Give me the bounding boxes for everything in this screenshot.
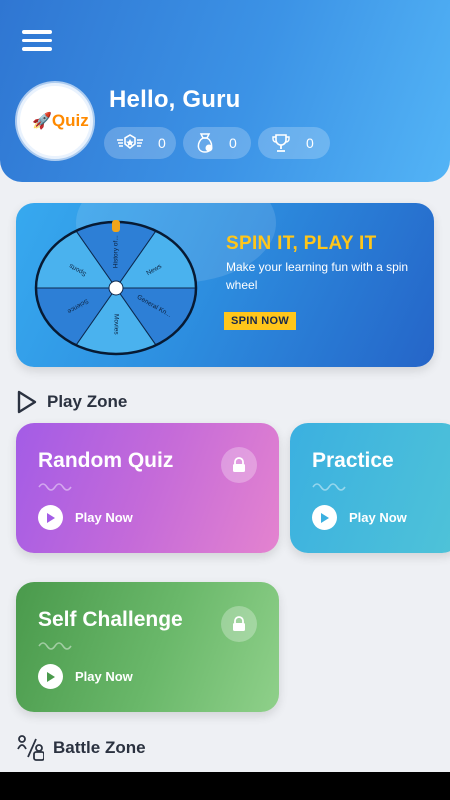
stat-trophy-value: 0 [306,135,314,151]
play-zone-title: Play Zone [47,392,128,411]
wave-decoration [38,483,72,491]
random-quiz-card[interactable]: Random Quiz Play Now [16,423,279,553]
header: 🚀Quiz Hello, Guru 0 0 0 [0,0,450,182]
practice-card[interactable]: Practice Play Now [290,423,450,553]
wave-decoration [38,642,72,650]
menu-icon[interactable] [22,30,52,54]
wheel-pointer [112,220,120,232]
wheel-segment-label: History of... [113,235,120,268]
spin-wheel[interactable]: History of...NewsGeneral Kn...MoviesScie… [34,215,200,357]
avatar[interactable]: 🚀Quiz [17,83,93,159]
stat-coins[interactable]: 0 [183,127,251,159]
system-nav-bar [0,772,450,800]
play-icon [38,505,63,530]
wheel-hub [108,280,124,296]
play-now-label: Play Now [75,669,133,684]
wave-decoration [312,483,346,491]
card-title: Practice [312,449,394,472]
card-title: Random Quiz [38,449,174,472]
play-now-label: Play Now [349,510,407,525]
trophy-icon [272,134,290,152]
stat-badge-value: 0 [158,135,166,151]
battle-zone-title: Battle Zone [53,738,146,757]
self-challenge-card[interactable]: Self Challenge Play Now [16,582,279,712]
lock-icon [221,606,257,642]
wheel-segment-label: Movies [112,314,119,335]
battle-icon [17,735,44,761]
play-triangle-icon [17,390,37,414]
stats-row: 0 0 0 [104,127,330,159]
stat-trophy[interactable]: 0 [258,127,330,159]
app-logo: 🚀Quiz [32,111,89,130]
play-zone-heading: Play Zone [16,390,127,414]
stat-badge[interactable]: 0 [104,127,176,159]
banner-title: SPIN IT, PLAY IT [226,233,377,254]
card-title: Self Challenge [38,608,183,631]
play-icon [38,664,63,689]
play-now-button[interactable]: Play Now [38,664,133,689]
play-now-label: Play Now [75,510,133,525]
play-now-button[interactable]: Play Now [312,505,407,530]
badge-icon [117,134,143,150]
rocket-icon: 🚀 [32,113,52,130]
play-icon [312,505,337,530]
greeting: Hello, Guru [109,86,241,113]
play-now-button[interactable]: Play Now [38,505,133,530]
lock-icon [221,447,257,483]
banner-subtitle: Make your learning fun with a spin wheel [226,260,409,292]
spin-wheel-banner[interactable]: History of... News General Kn... Movies Scie… [16,203,434,367]
coin-bag-icon [197,133,213,153]
spin-now-button[interactable]: SPIN NOW [224,312,297,330]
home-screen: 🚀Quiz Hello, Guru 0 0 0 History of... Ne… [0,0,450,800]
battle-zone-heading: Battle Zone [16,735,146,761]
stat-coins-value: 0 [229,135,237,151]
